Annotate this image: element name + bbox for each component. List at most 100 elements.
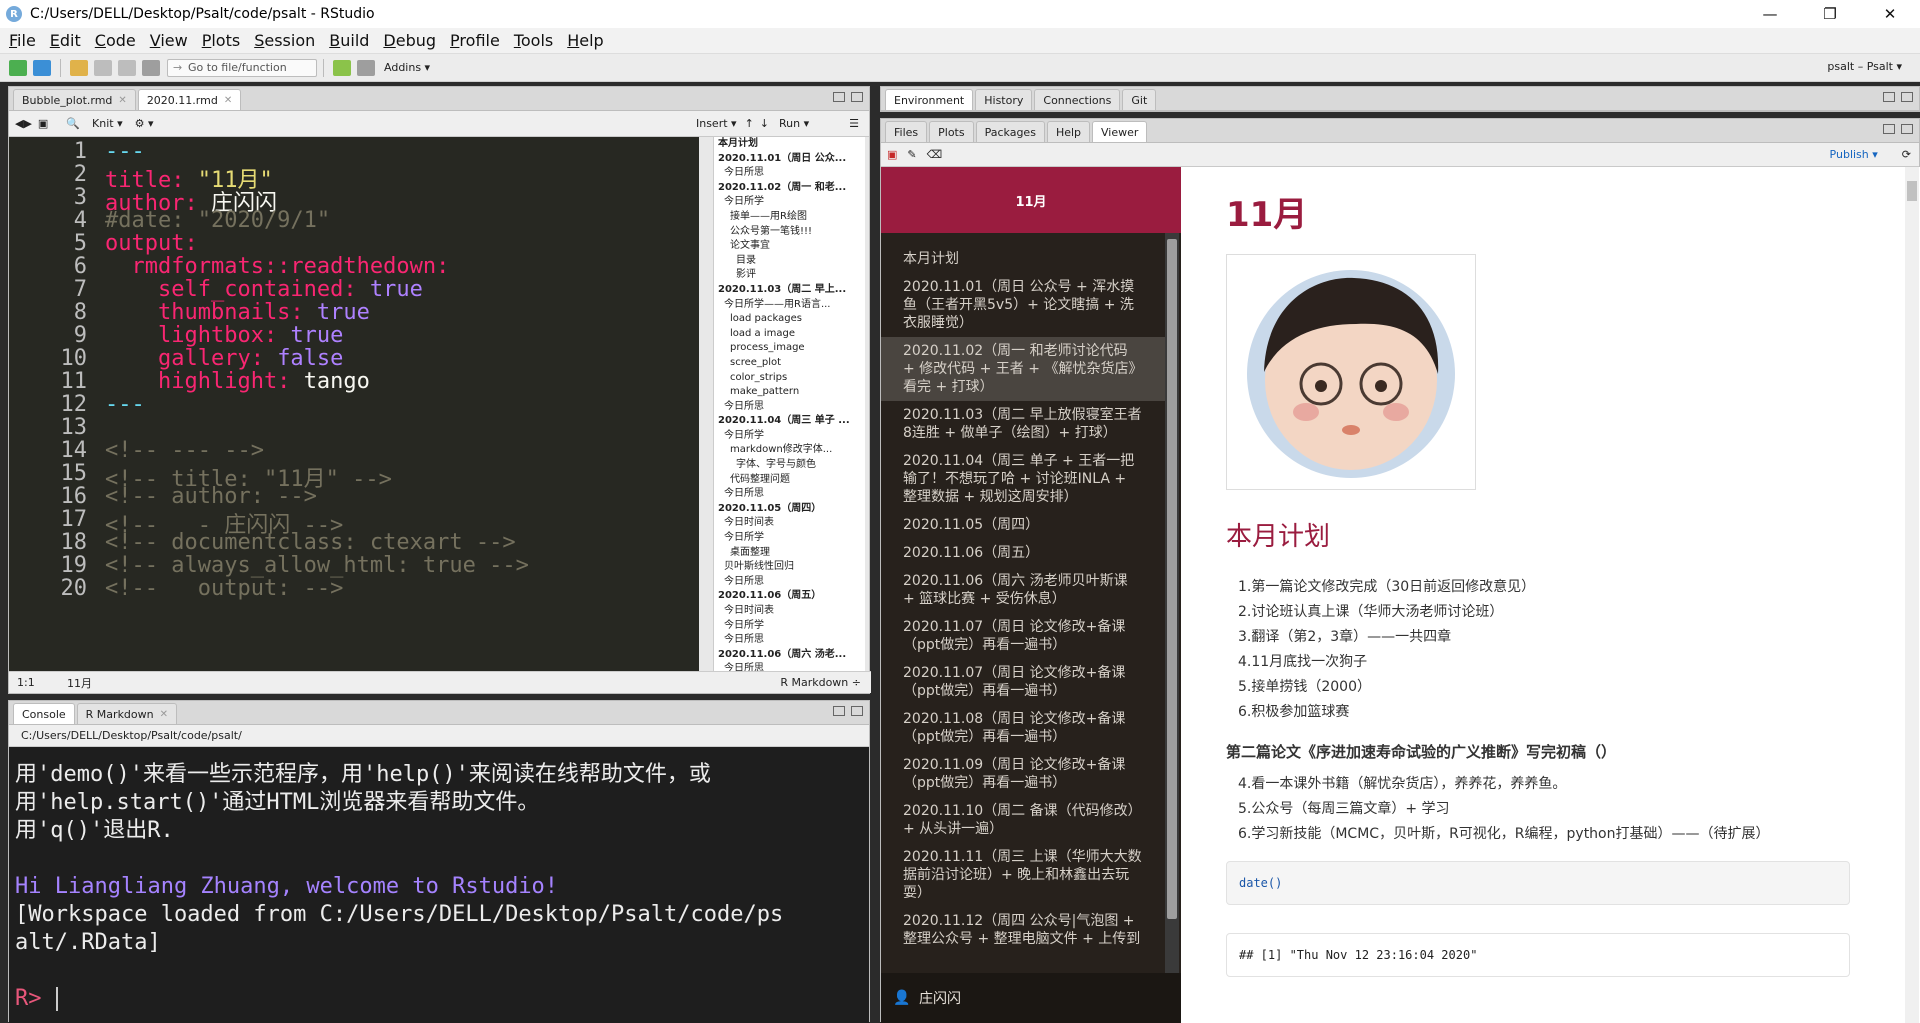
run-button[interactable]: Run ▾ <box>779 117 809 130</box>
code-line[interactable]: rmdformats::readthedown: <box>105 254 449 279</box>
outline-item[interactable]: 今日所学——用R语言... <box>714 298 865 313</box>
new-file-icon[interactable] <box>9 59 27 76</box>
maximize-pane-icon[interactable] <box>1901 124 1913 134</box>
outline-item[interactable]: 今日所思 <box>714 487 865 502</box>
outline-item[interactable]: 今日所思 <box>714 662 865 671</box>
save-all-icon[interactable] <box>118 59 136 76</box>
sidebar-title[interactable]: 11月 <box>881 167 1181 233</box>
code-line[interactable]: --- <box>105 139 145 164</box>
toc-item[interactable]: 2020.11.08（周日 论文修改+备课（ppt做完）再看一遍书） <box>881 705 1165 751</box>
code-line[interactable]: thumbnails: true <box>105 300 370 325</box>
menu-plots[interactable]: Plots <box>195 31 248 50</box>
outline-item[interactable]: 今日所学 <box>714 619 865 634</box>
outline-item[interactable]: 今日所思 <box>714 633 865 648</box>
menu-profile[interactable]: Profile <box>443 31 507 50</box>
code-line[interactable]: output: <box>105 231 198 256</box>
outline-item[interactable]: markdown修改字体... <box>714 443 865 458</box>
tab-connections[interactable]: Connections <box>1034 89 1121 110</box>
minimize-pane-icon[interactable] <box>833 92 845 102</box>
outline-item[interactable]: 论文事宜 <box>714 239 865 254</box>
toc-item[interactable]: 2020.11.05（周四） <box>881 511 1165 539</box>
save-icon[interactable]: ▣ <box>38 117 48 130</box>
outline-item[interactable]: 2020.11.06（周五） <box>714 589 865 604</box>
tab-packages[interactable]: Packages <box>975 121 1045 142</box>
up-arrow-icon[interactable]: ↑ <box>745 117 754 130</box>
code-line[interactable]: <!-- documentclass: ctexart --> <box>105 530 516 555</box>
knit-button[interactable]: Knit ▾ <box>92 117 123 130</box>
project-menu[interactable]: psalt – Psalt ▾ <box>1827 60 1902 73</box>
tab-r-markdown[interactable]: R Markdown ✕ <box>76 703 178 724</box>
scrollbar-thumb[interactable] <box>1907 181 1917 201</box>
maximize-pane-icon[interactable] <box>1901 92 1913 102</box>
sidebar-scrollbar[interactable] <box>1165 233 1179 973</box>
tab-environment[interactable]: Environment <box>885 89 974 110</box>
go-to-file-input[interactable]: Go to file/function <box>167 58 317 77</box>
code-line[interactable]: <!-- always_allow_html: true --> <box>105 553 529 578</box>
minimize-pane-icon[interactable] <box>1883 124 1895 134</box>
down-arrow-icon[interactable]: ↓ <box>760 117 769 130</box>
toc-item[interactable]: 2020.11.02（周一 和老师讨论代码 + 修改代码 + 王者 + 《解忧杂… <box>881 337 1165 401</box>
maximize-pane-icon[interactable] <box>851 92 863 102</box>
toc-item[interactable]: 2020.11.10（周二 备课（代码修改）+ 从头讲一遍） <box>881 797 1165 843</box>
tab-viewer[interactable]: Viewer <box>1092 121 1148 142</box>
code-line[interactable]: gallery: false <box>105 346 343 371</box>
outline-item[interactable]: 贝叶斯线性回归 <box>714 560 865 575</box>
outline-item[interactable]: 2020.11.04（周三 单子 ... <box>714 414 865 429</box>
outline-item[interactable]: 字体、字号与颜色 <box>714 458 865 473</box>
outline-item[interactable]: make_pattern <box>714 385 865 400</box>
toc-item[interactable]: 本月计划 <box>881 245 1165 273</box>
menu-edit[interactable]: Edit <box>43 31 88 50</box>
outline-item[interactable]: process_image <box>714 341 865 356</box>
code-line[interactable]: self_contained: true <box>105 277 423 302</box>
maximize-pane-icon[interactable] <box>851 706 863 716</box>
toc-item[interactable]: 2020.11.07（周日 论文修改+备课（ppt做完）再看一遍书） <box>881 659 1165 705</box>
maximize-button[interactable]: ❐ <box>1800 0 1860 28</box>
refresh-icon[interactable]: ⟳ <box>1902 148 1911 161</box>
insert-button[interactable]: Insert ▾ <box>696 117 737 130</box>
grid-layout-icon[interactable] <box>357 59 375 76</box>
tab-2020-11[interactable]: 2020.11.rmd ✕ <box>137 89 242 110</box>
brush-icon[interactable]: ✎ <box>907 148 916 161</box>
file-mode[interactable]: R Markdown ÷ <box>780 676 861 689</box>
outline-item[interactable]: 目录 <box>714 254 865 269</box>
outline-item[interactable]: load packages <box>714 312 865 327</box>
outline-item[interactable]: 代码整理问题 <box>714 473 865 488</box>
outline-item[interactable]: 今日所学 <box>714 195 865 210</box>
back-arrow-icon[interactable]: ◀▶ <box>15 117 32 130</box>
outline-item[interactable]: color_strips <box>714 371 865 386</box>
code-line[interactable]: <!-- output: --> <box>105 576 343 601</box>
minimize-button[interactable]: — <box>1740 0 1800 28</box>
toc-item[interactable]: 2020.11.07（周日 论文修改+备课（ppt做完）再看一遍书） <box>881 613 1165 659</box>
toc-item[interactable]: 2020.11.03（周二 早上放假寝室王者8连胜 + 做单子（绘图）+ 打球） <box>881 401 1165 447</box>
outline-item[interactable]: 今日所思 <box>714 575 865 590</box>
outline-item[interactable]: scree_plot <box>714 356 865 371</box>
export-icon[interactable]: ▣ <box>887 148 897 161</box>
outline-item[interactable]: 2020.11.03（周二 早上... <box>714 283 865 298</box>
search-icon[interactable]: 🔍 <box>66 117 80 130</box>
code-line[interactable]: highlight: tango <box>105 369 370 394</box>
close-icon[interactable]: ✕ <box>224 95 232 106</box>
menu-build[interactable]: Build <box>322 31 376 50</box>
close-icon[interactable]: ✕ <box>160 709 168 720</box>
outline-item[interactable]: 今日时间表 <box>714 516 865 531</box>
save-icon[interactable] <box>94 59 112 76</box>
outline-item[interactable]: 今日所思 <box>714 400 865 415</box>
menu-code[interactable]: Code <box>88 31 143 50</box>
code-line[interactable]: #date: "2020/9/1" <box>105 208 330 233</box>
toc-item[interactable]: 2020.11.09（周日 论文修改+备课（ppt做完）再看一遍书） <box>881 751 1165 797</box>
outline-icon[interactable]: ☰ <box>849 117 859 130</box>
toc-item[interactable]: 2020.11.06（周六 汤老师贝叶斯课 + 篮球比赛 + 受伤休息） <box>881 567 1165 613</box>
menu-tools[interactable]: Tools <box>507 31 560 50</box>
menu-session[interactable]: Session <box>247 31 322 50</box>
outline-item[interactable]: 今日所学 <box>714 531 865 546</box>
outline-item[interactable]: 今日所学 <box>714 429 865 444</box>
section-indicator[interactable]: 11月 <box>67 675 92 691</box>
gear-icon[interactable]: ⚙ ▾ <box>135 117 154 130</box>
console-prompt-line[interactable]: R> <box>15 985 863 1013</box>
git-icon[interactable] <box>333 59 351 76</box>
outline-item[interactable]: 今日时间表 <box>714 604 865 619</box>
clear-icon[interactable]: ⌫ <box>927 148 943 161</box>
toc-item[interactable]: 2020.11.12（周四 公众号|气泡图 + 整理公众号 + 整理电脑文件 +… <box>881 907 1165 953</box>
tab-git[interactable]: Git <box>1122 89 1157 110</box>
toc-item[interactable]: 2020.11.01（周日 公众号 + 浑水摸鱼（王者开黑5v5）+ 论文瞎搞 … <box>881 273 1165 337</box>
